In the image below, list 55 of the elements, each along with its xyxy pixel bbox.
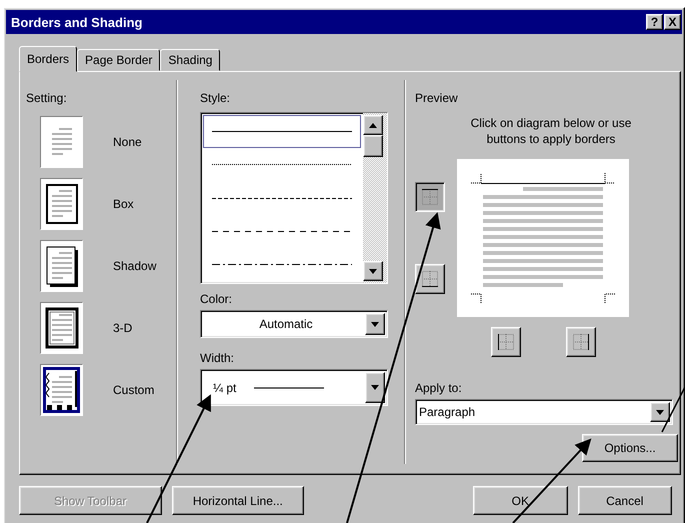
border-icon [420, 269, 440, 289]
line-sample-icon [212, 163, 352, 166]
line-sample-icon [212, 230, 352, 233]
setting-label: Box [113, 197, 134, 211]
color-label: Color: [200, 292, 234, 306]
border-icon [496, 332, 516, 352]
dialog-button[interactable]: OK [473, 486, 568, 515]
caret-icon [371, 322, 379, 326]
border-icon [420, 187, 440, 207]
tab[interactable]: Borders [19, 46, 78, 72]
dialog-button[interactable]: Cancel [578, 486, 672, 515]
apply-to-dropdown[interactable]: Paragraph [415, 399, 673, 425]
setting-label: Shadow [113, 259, 156, 273]
dialog-button[interactable]: Horizontal Line... [172, 486, 304, 515]
caret-icon [369, 268, 377, 274]
caret-icon [371, 385, 379, 390]
window-title: Borders and Shading [11, 14, 144, 30]
scroll-up-button[interactable] [363, 115, 383, 135]
line-style-option[interactable] [203, 115, 361, 148]
preview-label: Preview [415, 91, 459, 105]
scroll-down-button[interactable] [363, 261, 383, 281]
scrollbar[interactable] [363, 113, 387, 283]
setting-label: Setting: [26, 91, 68, 105]
setting-option[interactable] [40, 302, 83, 354]
help-button[interactable]: ? [646, 14, 663, 30]
apply-to-label: Apply to: [415, 381, 463, 395]
width-label: Width: [200, 351, 236, 365]
dropdown-button[interactable] [365, 313, 385, 335]
leader-line [661, 386, 685, 432]
style-label: Style: [200, 91, 232, 105]
border-button[interactable] [415, 182, 445, 212]
close-button[interactable]: X [664, 14, 681, 30]
line-sample-icon [212, 130, 352, 134]
style-list[interactable] [200, 112, 388, 284]
setting-option[interactable] [40, 240, 83, 292]
border-icon [570, 332, 590, 352]
options-button[interactable]: Options... [582, 434, 678, 462]
line-sample-icon [212, 196, 352, 200]
up-arrow-icon [369, 122, 377, 128]
tab[interactable]: Page Border [77, 49, 160, 71]
caret-icon [656, 410, 664, 414]
line-sample-icon [254, 386, 324, 388]
color-dropdown[interactable]: Automatic [200, 310, 388, 338]
dropdown-button[interactable] [650, 402, 670, 422]
width-dropdown[interactable]: ¼ pt [200, 369, 388, 406]
setting-label: Custom [113, 383, 154, 397]
scroll-thumb[interactable] [363, 135, 383, 157]
dropdown-button[interactable] [365, 372, 385, 403]
setting-label: None [113, 135, 142, 149]
setting-label: 3-D [113, 321, 132, 335]
setting-option[interactable] [40, 364, 83, 416]
line-sample-icon [212, 262, 352, 266]
setting-option[interactable] [40, 178, 83, 230]
tab[interactable]: Shading [160, 49, 220, 71]
instruction-text: Click on diagram below or use buttons to apply borders [470, 115, 632, 147]
